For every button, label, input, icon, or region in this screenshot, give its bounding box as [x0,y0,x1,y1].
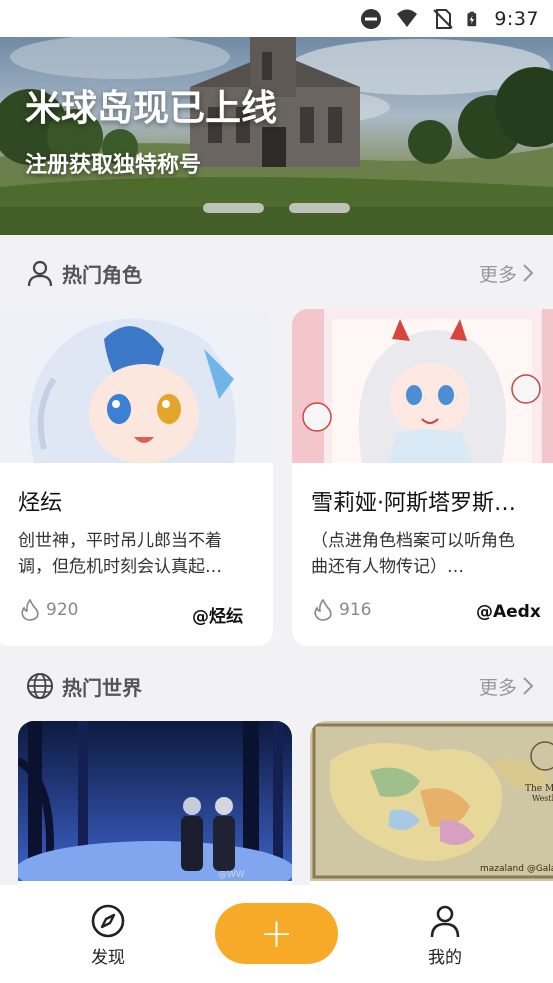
dnd-icon [361,8,382,29]
status-bar: 9:37 [0,0,553,37]
character-portrait-image [292,309,553,463]
wifi-icon [397,9,418,27]
person-icon [27,260,53,287]
nav-discover-label: 发现 [91,948,125,968]
nav-discover[interactable]: 发现 [68,903,148,968]
character-description-line: 调，但危机时刻会认真起… [18,557,222,577]
banner-subtitle: 注册获取独特称号 [25,153,202,178]
nav-mine-label: 我的 [428,948,462,968]
hot-characters-more-link[interactable]: 更多 [479,260,535,287]
banner-page-indicator[interactable] [289,203,350,213]
banner-page-indicator[interactable] [203,203,264,213]
battery-charging-icon [467,11,477,26]
screen: 9:37 米球岛现已上线 注册获取独特称号 热门角色 更多 烃纭 创世神，平时吊… [0,0,553,983]
bottom-navigation: 发现 + 我的 [0,885,553,983]
plus-icon: + [259,910,294,957]
more-label: 更多 [478,263,517,286]
character-heat-count: 916 [339,600,372,620]
create-button[interactable]: + [215,903,338,964]
world-card[interactable]: The Map Westla mazaland @Galahi [310,721,553,901]
character-heat: 920 [20,599,78,621]
character-author[interactable]: @烃纭 [192,602,243,627]
world-card[interactable]: @WW [18,721,292,901]
character-name: 烃纭 [18,491,63,516]
character-description-line: （点进角色档案可以听角色 [311,531,515,551]
no-sim-icon [433,8,454,29]
character-author[interactable]: @Aedx [476,602,541,622]
chevron-right-icon [523,264,534,282]
promo-banner[interactable]: 米球岛现已上线 注册获取独特称号 [0,37,553,235]
world-cover-image: @WW [18,721,292,901]
character-heat: 916 [313,599,371,621]
hot-worlds-title: 热门世界 [62,675,142,700]
character-card[interactable]: 烃纭 创世神，平时吊儿郎当不着 调，但危机时刻会认真起… 920 @烃纭 [0,309,273,646]
chevron-right-icon [523,677,534,695]
hot-worlds-more-link[interactable]: 更多 [479,673,535,700]
world-watermark: mazaland @Galahi [480,864,553,874]
banner-title: 米球岛现已上线 [25,88,278,129]
globe-icon [27,673,53,699]
compass-icon [91,904,125,938]
character-description-line: 曲还有人物传记）… [311,557,464,577]
hot-characters-header: 热门角色 更多 [0,253,553,293]
banner-pagination [203,203,350,213]
character-description: 创世神，平时吊儿郎当不着 调，但危机时刻会认真起… [18,528,222,580]
flame-icon [21,599,39,621]
character-name: 雪莉娅·阿斯塔罗斯… [311,491,516,516]
nav-mine[interactable]: 我的 [405,903,485,968]
hot-worlds-header: 热门世界 更多 [0,666,553,706]
character-description-line: 创世神，平时吊儿郎当不着 [18,531,222,551]
character-card[interactable]: 雪莉娅·阿斯塔罗斯… （点进角色档案可以听角色 曲还有人物传记）… 916 @A… [292,309,553,646]
character-heat-count: 920 [46,600,79,620]
world-map-image: The Map Westla mazaland @Galahi [310,721,553,881]
status-time: 9:37 [494,7,539,30]
world-watermark: @WW [218,870,245,880]
map-title: The Map [525,784,553,794]
more-label: 更多 [478,676,517,699]
map-subtitle: Westla [532,794,553,803]
character-portrait-image [0,309,273,463]
flame-icon [314,599,332,621]
hot-characters-title: 热门角色 [62,262,142,287]
person-icon [430,905,460,938]
character-description: （点进角色档案可以听角色 曲还有人物传记）… [311,528,515,580]
